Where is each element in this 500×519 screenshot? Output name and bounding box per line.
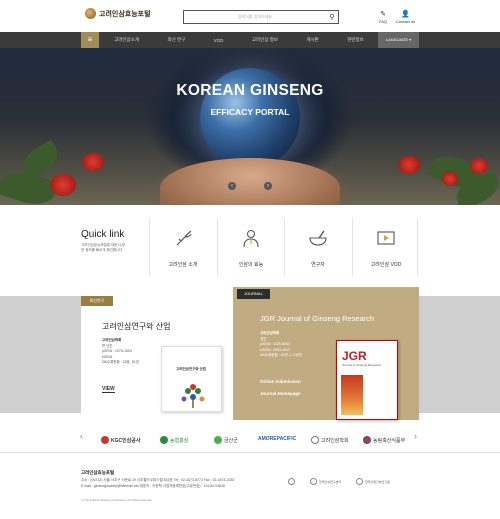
partner-logo-amore[interactable]: AMOREPACIFIC (258, 436, 296, 442)
site-logo[interactable]: 고려인삼효능포털 (85, 8, 151, 19)
research-center-icon (310, 478, 317, 485)
hero-next-button[interactable]: › (264, 182, 272, 190)
contact-link[interactable]: 👤 Contact us (396, 11, 415, 24)
view-button[interactable]: VIEW (102, 386, 115, 393)
footer-logo-society[interactable] (288, 478, 295, 485)
main-nav: ≡ 고려인삼소개 최신 연구 VOD 고려인삼 정보 게시판 관련정보 LANG… (0, 32, 500, 48)
partner-logo-geumsan[interactable]: 금산군 (214, 436, 238, 444)
hero-hands-image (160, 158, 340, 205)
partner-logo-nh[interactable]: 농협홍삼 (160, 436, 188, 444)
search-icon[interactable]: ⚲ (326, 13, 338, 21)
hero-prev-button[interactable]: ‹ (228, 182, 236, 190)
nh-logo-icon (160, 436, 168, 444)
nav-item-intro[interactable]: 고려인삼소개 (114, 37, 139, 43)
partner-bar (0, 425, 500, 453)
research-tag: 최신연구 (81, 296, 113, 306)
ginseng-berry-image (470, 158, 488, 174)
ginseng-berry-image (442, 172, 458, 186)
footer-copyright: © The Korean Society of Ginseng. All rig… (81, 498, 153, 502)
side-panel-left (0, 296, 81, 413)
nav-item-research[interactable]: 최신 연구 (167, 37, 185, 43)
geumsan-logo-icon (214, 436, 222, 444)
online-submission-link[interactable]: Online Submission (260, 379, 301, 384)
industry-logo-icon (356, 478, 363, 485)
hero-subtitle: EFFICACY PORTAL (210, 107, 290, 117)
journal-cover[interactable]: JGR Journal of Ginseng Research (336, 340, 398, 420)
nav-item-vod[interactable]: VOD (214, 38, 224, 43)
ministry-logo-icon (363, 436, 371, 444)
journal-title: JGR Journal of Ginseng Research (260, 314, 375, 323)
search-box[interactable]: 검색어를 입력하세요 ⚲ (183, 10, 339, 24)
user-icon: 👤 (401, 11, 410, 18)
mortar-pestle-icon (308, 228, 328, 248)
society-seal-icon (288, 478, 295, 485)
menu-icon[interactable]: ≡ (81, 32, 99, 48)
quick-link-researcher[interactable]: 연구자 (284, 218, 350, 276)
ginseng-berry-image (50, 174, 76, 196)
nav-item-info[interactable]: 고려인삼 정보 (252, 37, 278, 43)
hero-banner: KOREAN GINSENG EFFICACY PORTAL ‹ › (0, 48, 500, 205)
journal-homepage-link[interactable]: Journal Homepage (260, 391, 301, 396)
quick-link-intro[interactable]: 고려인삼 소개 (149, 218, 215, 276)
logo-text: 고려인삼효능포털 (99, 10, 151, 18)
ginseng-plant-illustration (181, 384, 205, 408)
ginseng-berry-image (82, 153, 104, 171)
footer-logo-industry[interactable]: 한국산업기술진흥원 (356, 478, 390, 485)
nav-item-board[interactable]: 게시판 (306, 37, 318, 43)
video-play-icon (376, 228, 396, 248)
quick-link-desc: 고려인삼효능포털에 대한 다양한 정보를 빠르게 확인합니다. (81, 243, 125, 252)
side-panel-right (419, 296, 500, 413)
ginseng-root-icon (173, 228, 193, 248)
search-input[interactable]: 검색어를 입력하세요 (184, 14, 326, 20)
partner-logo-kgc[interactable]: KGC인삼공사 (101, 436, 141, 444)
journal-info: 고려인삼학회 계간 pISSN : 1226-8453 eISSN : 2093… (260, 331, 302, 358)
footer-logo-research-center[interactable]: 한국인삼연구센터 (310, 478, 341, 485)
journal-cover-image (341, 375, 363, 415)
kgc-logo-icon (101, 436, 109, 444)
nav-item-related[interactable]: 관련정보 (347, 37, 364, 43)
partner-logo-ginseng-society[interactable]: 고려인삼학회 (311, 436, 349, 444)
partner-next-icon[interactable]: › (414, 431, 417, 441)
footer-address: 주소 : (06732) 서울 서초구 서운로 19 서초월드오피스텔 815호… (81, 478, 235, 488)
research-book-cover[interactable]: 고려인삼연구와 산업 (161, 346, 222, 412)
research-title: 고려인삼연구와 산업 (102, 322, 171, 331)
quick-link-efficacy[interactable]: 인삼의 효능 (217, 218, 283, 276)
society-logo-icon (311, 436, 319, 444)
ginseng-berry-image (398, 156, 420, 174)
person-body-icon (241, 228, 261, 248)
pencil-icon: ✎ (380, 11, 386, 18)
research-info: 고려인삼학회 편 년간 pISSN : 1976-1503 eISSN : DB… (102, 338, 139, 365)
nav-menu: 고려인삼소개 최신 연구 VOD 고려인삼 정보 게시판 관련정보 (100, 32, 378, 48)
quick-link-title: Quick link (81, 229, 125, 240)
footer-org: 고려인삼효능포털 (81, 470, 115, 475)
journal-tag: JOURNAL (237, 289, 270, 299)
language-select[interactable]: LANGUAGE ▾ (378, 32, 419, 48)
header: 고려인삼효능포털 검색어를 입력하세요 ⚲ ✎ FAQ 👤 Contact us (0, 0, 500, 32)
quick-link-vod[interactable]: 고려인삼 VOD (352, 218, 418, 276)
ginseng-logo-icon (85, 8, 96, 19)
partner-logo-ministry[interactable]: 농림축산식품부 (363, 436, 405, 444)
partner-prev-icon[interactable]: ‹ (80, 431, 83, 441)
hero-title: KOREAN GINSENG (176, 82, 324, 99)
faq-link[interactable]: ✎ FAQ (379, 11, 387, 24)
